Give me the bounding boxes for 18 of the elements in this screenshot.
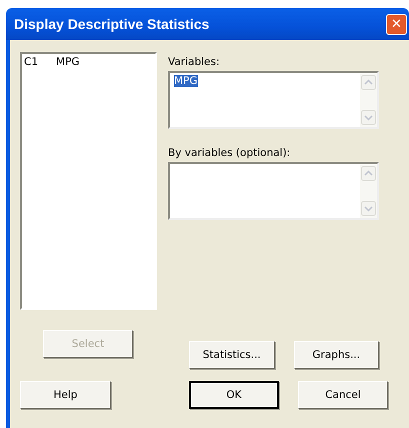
window-title: Display Descriptive Statistics bbox=[14, 16, 210, 32]
help-button[interactable]: Help bbox=[20, 381, 111, 409]
column-item[interactable]: C1 MPG bbox=[23, 56, 154, 68]
scroll-down-icon[interactable] bbox=[361, 201, 376, 216]
scroll-down-icon[interactable] bbox=[361, 110, 376, 125]
close-button[interactable]: ✕ bbox=[386, 14, 407, 34]
input-field[interactable]: MPG bbox=[168, 71, 379, 129]
column-list[interactable]: C1 MPG bbox=[20, 52, 157, 310]
dialog-button[interactable]: OK bbox=[189, 381, 279, 409]
scroll-up-icon[interactable] bbox=[361, 75, 376, 90]
dialog-button[interactable]: Graphs... bbox=[294, 341, 379, 369]
field-value: MPG bbox=[174, 75, 198, 87]
input-field[interactable] bbox=[168, 162, 379, 220]
field-label: By variables (optional): bbox=[168, 146, 292, 160]
field-label: Variables: bbox=[168, 55, 221, 69]
scroll-up-icon[interactable] bbox=[361, 166, 376, 181]
dialog-button[interactable]: Cancel bbox=[298, 381, 388, 409]
dialog-button[interactable]: Statistics... bbox=[189, 341, 274, 369]
